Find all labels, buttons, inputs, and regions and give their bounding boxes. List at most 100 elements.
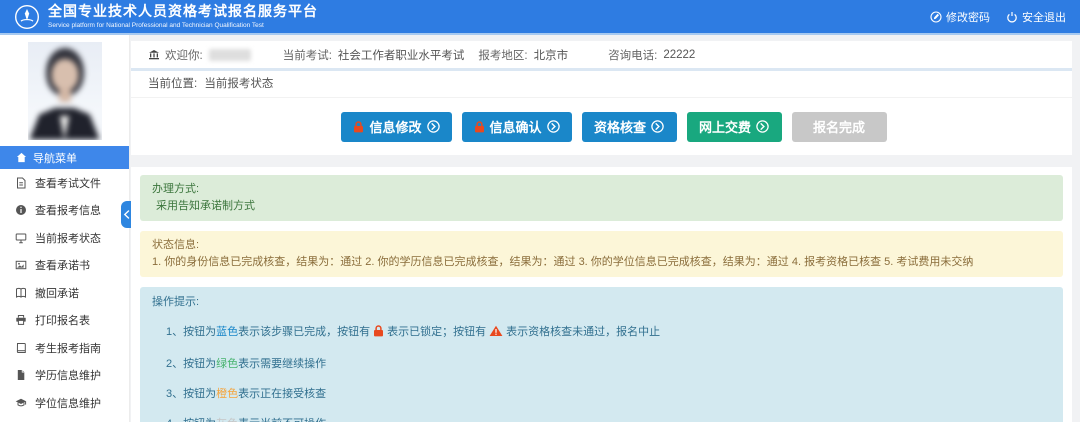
arrow-circle-icon bbox=[756, 120, 769, 133]
sidebar-item-label: 打印报名表 bbox=[35, 312, 90, 328]
institution-icon bbox=[148, 49, 160, 60]
sidebar-item-view-commitment[interactable]: 查看承诺书 bbox=[0, 252, 129, 280]
sidebar-item-label: 学位信息维护 bbox=[35, 395, 101, 411]
step-button-info-confirm[interactable]: 信息确认 bbox=[462, 112, 572, 142]
tip-line-4: 4、按钮为灰色表示当前不可操作 bbox=[166, 416, 1051, 422]
region-label: 报考地区: bbox=[478, 47, 527, 63]
status-title: 状态信息: bbox=[152, 237, 1051, 254]
user-name-blurred bbox=[209, 49, 251, 61]
tip-text: 3、按钮为 bbox=[166, 388, 216, 400]
welcome-bar: 欢迎你: 当前考试: 社会工作者职业水平考试 报考地区: 北京市 咨询电话: 2… bbox=[131, 41, 1072, 71]
sidebar-item-label: 查看报考信息 bbox=[35, 202, 101, 218]
sidebar-item-education-info[interactable]: 学历信息维护 bbox=[0, 362, 129, 390]
logout-label: 安全退出 bbox=[1022, 9, 1066, 25]
sidebar-item-label: 查看考试文件 bbox=[35, 175, 101, 191]
orange-word: 橙色 bbox=[216, 388, 238, 400]
sidebar-item-label: 考生报考指南 bbox=[35, 340, 101, 356]
green-word: 绿色 bbox=[216, 358, 238, 370]
home-icon bbox=[16, 152, 27, 163]
region-value: 北京市 bbox=[534, 47, 569, 63]
step-label: 网上交费 bbox=[699, 117, 751, 136]
sidebar-item-withdraw-commitment[interactable]: 撤回承诺 bbox=[0, 279, 129, 307]
tip-line-2: 2、按钮为绿色表示需要继续操作 bbox=[166, 356, 1051, 373]
step-button-registration-complete: 报名完成 bbox=[792, 112, 887, 142]
tip-text: 2、按钮为 bbox=[166, 358, 216, 370]
status-body: 1. 你的身份信息已完成核查，结果为：通过 2. 你的学历信息已完成核查，结果为… bbox=[152, 254, 1051, 271]
sidebar-item-print-form[interactable]: 打印报名表 bbox=[0, 307, 129, 335]
graduation-cap-icon bbox=[15, 397, 27, 409]
step-label: 信息确认 bbox=[490, 117, 542, 136]
edit-circle-icon bbox=[930, 11, 942, 23]
change-password-button[interactable]: 修改密码 bbox=[930, 9, 990, 25]
breadcrumb: 当前位置: 当前报考状态 bbox=[131, 71, 1072, 98]
sidebar-item-exam-documents[interactable]: 查看考试文件 bbox=[0, 169, 129, 197]
step-button-online-payment[interactable]: 网上交费 bbox=[687, 112, 782, 142]
page-subtitle: Service platform for National Profession… bbox=[48, 22, 318, 29]
sidebar-collapse-handle[interactable] bbox=[121, 201, 131, 228]
sidebar-item-label: 学历信息维护 bbox=[35, 367, 101, 383]
tip-text: 表示当前不可操作 bbox=[238, 418, 326, 422]
greeting-label: 欢迎你: bbox=[165, 47, 203, 63]
method-body: 采用告知承诺制方式 bbox=[152, 198, 1051, 215]
page-title: 全国专业技术人员资格考试报名服务平台 bbox=[48, 4, 318, 19]
method-alert: 办理方式: 采用告知承诺制方式 bbox=[140, 175, 1063, 221]
tip-text: 1、按钮为 bbox=[166, 326, 216, 338]
arrow-circle-icon bbox=[427, 120, 440, 133]
lock-icon bbox=[373, 325, 384, 343]
step-button-qualification-check[interactable]: 资格核查 bbox=[582, 112, 677, 142]
arrow-circle-icon bbox=[547, 120, 560, 133]
phone-value: 22222 bbox=[663, 49, 695, 61]
lock-icon bbox=[353, 121, 364, 133]
status-card: 当前位置: 当前报考状态 信息修改 信息确认 资格核查 网上交费 bbox=[131, 71, 1072, 155]
arrow-circle-icon bbox=[651, 120, 664, 133]
nav-menu-header: 导航菜单 bbox=[0, 146, 129, 169]
lock-icon bbox=[474, 121, 485, 133]
sidebar-item-candidate-guide[interactable]: 考生报考指南 bbox=[0, 334, 129, 362]
nav-menu-title: 导航菜单 bbox=[33, 150, 77, 166]
certificate-icon bbox=[15, 259, 27, 271]
sidebar-item-registration-info[interactable]: 查看报考信息 bbox=[0, 197, 129, 225]
tips-alert: 操作提示: 1、按钮为蓝色表示该步骤已完成，按钮有表示已锁定；按钮有表示资格核查… bbox=[140, 287, 1063, 422]
step-label: 资格核查 bbox=[594, 117, 646, 136]
book-icon bbox=[15, 287, 27, 299]
status-alert: 状态信息: 1. 你的身份信息已完成核查，结果为：通过 2. 你的学历信息已完成… bbox=[140, 231, 1063, 277]
tip-line-1: 1、按钮为蓝色表示该步骤已完成，按钮有表示已锁定；按钮有表示资格核查未通过，报名… bbox=[166, 324, 1051, 343]
info-icon bbox=[15, 204, 27, 216]
phone-label: 咨询电话: bbox=[608, 47, 657, 63]
user-photo bbox=[0, 35, 129, 146]
chevron-left-icon bbox=[123, 210, 130, 219]
top-header: 全国专业技术人员资格考试报名服务平台 Service platform for … bbox=[0, 0, 1080, 35]
tips-title: 操作提示: bbox=[152, 294, 1051, 311]
blue-word: 蓝色 bbox=[216, 326, 238, 338]
alerts-card: 办理方式: 采用告知承诺制方式 状态信息: 1. 你的身份信息已完成核查，结果为… bbox=[131, 167, 1072, 422]
step-label: 报名完成 bbox=[813, 117, 865, 136]
sidebar-item-degree-info[interactable]: 学位信息维护 bbox=[0, 389, 129, 417]
tip-text: 表示已锁定；按钮有 bbox=[387, 326, 486, 338]
tip-text: 4、按钮为 bbox=[166, 418, 216, 422]
tip-text: 表示正在接受核查 bbox=[238, 388, 326, 400]
breadcrumb-value: 当前报考状态 bbox=[204, 78, 273, 90]
platform-logo-icon bbox=[14, 4, 40, 30]
tip-line-3: 3、按钮为橙色表示正在接受核查 bbox=[166, 386, 1051, 403]
file-icon bbox=[15, 369, 27, 381]
warning-triangle-icon bbox=[489, 325, 503, 343]
sidebar-item-label: 当前报考状态 bbox=[35, 230, 101, 246]
gray-word: 灰色 bbox=[216, 418, 238, 422]
tip-text: 表示需要继续操作 bbox=[238, 358, 326, 370]
exam-value: 社会工作者职业水平考试 bbox=[338, 47, 465, 63]
sidebar-item-exit-exam[interactable]: 退出当前考试 bbox=[0, 417, 129, 422]
sidebar: 导航菜单 查看考试文件 查看报考信息 当前报考状态 查看承诺书 撤回承诺 打印报… bbox=[0, 35, 130, 422]
sidebar-item-current-status[interactable]: 当前报考状态 bbox=[0, 224, 129, 252]
step-button-info-modify[interactable]: 信息修改 bbox=[341, 112, 451, 142]
logout-button[interactable]: 安全退出 bbox=[1006, 9, 1066, 25]
method-title: 办理方式: bbox=[152, 181, 1051, 198]
breadcrumb-label: 当前位置: bbox=[148, 78, 197, 90]
sidebar-item-label: 撤回承诺 bbox=[35, 285, 79, 301]
main-content: 欢迎你: 当前考试: 社会工作者职业水平考试 报考地区: 北京市 咨询电话: 2… bbox=[130, 35, 1080, 422]
sidebar-item-label: 查看承诺书 bbox=[35, 257, 90, 273]
change-password-label: 修改密码 bbox=[946, 9, 990, 25]
tip-text: 表示资格核查未通过，报名中止 bbox=[506, 326, 660, 338]
power-icon bbox=[1006, 11, 1018, 23]
monitor-icon bbox=[15, 232, 27, 244]
file-text-icon bbox=[15, 177, 27, 189]
